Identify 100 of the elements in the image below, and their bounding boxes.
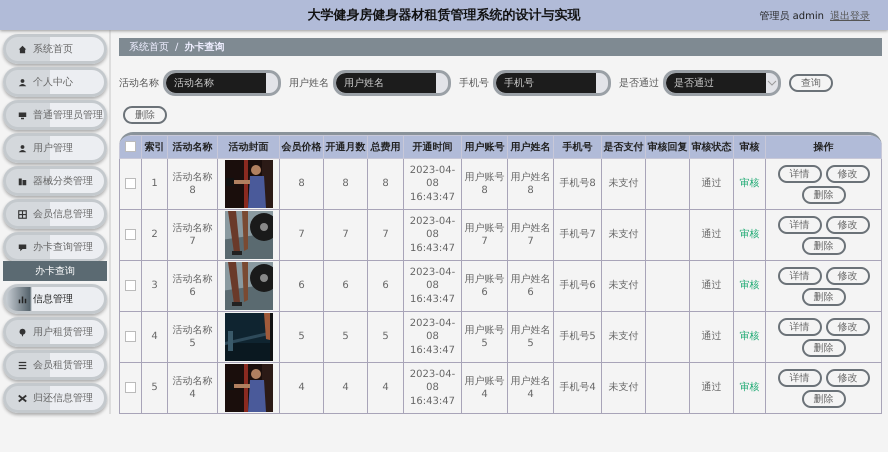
table-cell: 手机号8 [554, 158, 602, 210]
action-button[interactable]: 修改 [826, 164, 870, 182]
table-cell: 4 [324, 362, 368, 414]
table-cell: 8 [324, 158, 368, 210]
table-cell: 通过 [690, 312, 734, 362]
table-cell: 通过 [690, 362, 734, 414]
table-cell: 用户账号8 [462, 158, 508, 210]
action-button[interactable]: 详情 [778, 318, 822, 336]
table-cell: 用户姓名8 [508, 158, 554, 210]
table-cell: 手机号5 [554, 312, 602, 362]
column-header: 操作 [766, 136, 882, 158]
action-button[interactable]: 修改 [826, 368, 870, 386]
table-cell: 5 [142, 362, 168, 414]
table-cell: 2023-04-08 16:43:47 [404, 158, 462, 210]
review-link[interactable]: 审核 [740, 331, 760, 342]
table-cell: 2023-04-08 16:43:47 [404, 312, 462, 362]
delete-button[interactable]: 删除 [123, 106, 167, 124]
table-cell: 5 [280, 312, 324, 362]
field-label: 用户姓名 [289, 76, 329, 90]
table-cell: 手机号4 [554, 362, 602, 414]
table-cell: 6 [324, 260, 368, 312]
review-link[interactable]: 审核 [740, 382, 760, 394]
column-header: 审核 [734, 136, 766, 158]
review-link[interactable]: 审核 [740, 178, 760, 190]
sidebar-item[interactable]: 个人中心 [3, 67, 107, 97]
column-header: 索引 [142, 136, 168, 158]
sidebar-item[interactable]: 用户租赁管理 [3, 317, 107, 347]
table-cell: 1 [142, 158, 168, 210]
table-cell: 用户账号5 [462, 312, 508, 362]
table-cell: 活动名称4 [168, 362, 218, 414]
table-cell: 7 [324, 210, 368, 260]
submenu-item[interactable]: 办卡查询 [3, 261, 107, 281]
table-cell: 用户姓名7 [508, 210, 554, 260]
table-cell: 活动名称6 [168, 260, 218, 312]
breadcrumb-separator: / [175, 42, 178, 52]
sidebar-item[interactable]: 归还信息管理 [3, 383, 107, 413]
action-button[interactable]: 详情 [778, 266, 822, 284]
input-field[interactable]: 手机号 [493, 70, 611, 96]
action-button[interactable]: 删除 [802, 338, 846, 356]
table-cell: 2023-04-08 16:43:47 [404, 210, 462, 260]
sidebar-item[interactable]: 会员信息管理 [3, 199, 107, 229]
table-cell: 用户账号7 [462, 210, 508, 260]
action-button[interactable]: 详情 [778, 368, 822, 386]
column-header: 用户姓名 [508, 136, 554, 158]
action-button[interactable]: 详情 [778, 164, 822, 182]
field-label: 手机号 [459, 76, 489, 90]
sidebar-item[interactable]: 用户管理 [3, 133, 107, 163]
sidebar-item[interactable]: 普通管理员管理 [3, 100, 107, 130]
table-cell: 8 [368, 158, 404, 210]
action-button[interactable]: 修改 [826, 216, 870, 234]
input-field[interactable]: 活动名称 [163, 70, 281, 96]
action-button[interactable]: 修改 [826, 266, 870, 284]
table-cell: 未支付 [602, 158, 646, 210]
sidebar-item[interactable]: 器械分类管理 [3, 166, 107, 196]
column-header: 审核回复 [646, 136, 690, 158]
sidebar-item[interactable]: 系统首页 [3, 34, 107, 64]
table-cell: 用户账号6 [462, 260, 508, 312]
action-button[interactable]: 删除 [802, 186, 846, 204]
table-cell: 手机号7 [554, 210, 602, 260]
breadcrumb-item[interactable]: 系统首页 [129, 40, 169, 54]
table-cell: 通过 [690, 210, 734, 260]
column-header: 总费用 [368, 136, 404, 158]
table-cell: 3 [142, 260, 168, 312]
column-header: 手机号 [554, 136, 602, 158]
table-cell: 通过 [690, 260, 734, 312]
table-cell: 7 [368, 210, 404, 260]
action-button[interactable]: 修改 [826, 318, 870, 336]
column-header: 开通月数 [324, 136, 368, 158]
table-cell: 活动名称7 [168, 210, 218, 260]
sidebar-item[interactable]: 办卡查询管理 [3, 232, 107, 262]
user-name: 管理员 admin [759, 10, 824, 23]
logout-link[interactable]: 退出登录 [830, 9, 870, 23]
table-cell: 2023-04-08 16:43:47 [404, 362, 462, 414]
table-cell: 4 [368, 362, 404, 414]
table-cell: 未支付 [602, 210, 646, 260]
review-link[interactable]: 审核 [740, 280, 760, 292]
app-title: 大学健身房健身器材租赁管理系统的设计与实现 [308, 6, 580, 24]
breadcrumb-item[interactable]: 办卡查询 [184, 40, 224, 54]
sidebar-item[interactable]: 信息管理 [3, 284, 107, 314]
review-link[interactable]: 审核 [740, 229, 760, 240]
table-cell: 未支付 [602, 362, 646, 414]
action-button[interactable]: 删除 [802, 288, 846, 306]
table-cell: 活动名称8 [168, 158, 218, 210]
table-cell: 6 [280, 260, 324, 312]
table-cell: 手机号6 [554, 260, 602, 312]
select-field[interactable]: 是否通过 [663, 70, 781, 96]
column-header: 会员价格 [280, 136, 324, 158]
action-button[interactable]: 删除 [802, 390, 846, 408]
table-cell: 4 [142, 312, 168, 362]
column-header: 活动名称 [168, 136, 218, 158]
column-header: 开通时间 [404, 136, 462, 158]
action-button[interactable]: 详情 [778, 216, 822, 234]
column-header: 用户账号 [462, 136, 508, 158]
table-cell: 5 [324, 312, 368, 362]
sidebar-item[interactable]: 会员租赁管理 [3, 350, 107, 380]
column-header: 活动封面 [218, 136, 280, 158]
query-button[interactable]: 查询 [789, 74, 833, 92]
table-cell: 用户姓名6 [508, 260, 554, 312]
input-field[interactable]: 用户姓名 [333, 70, 451, 96]
action-button[interactable]: 删除 [802, 236, 846, 254]
